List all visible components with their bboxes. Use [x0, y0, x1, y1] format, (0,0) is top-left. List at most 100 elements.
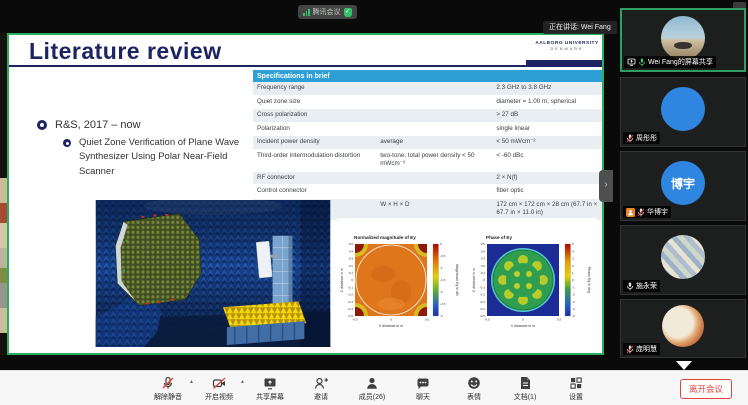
avatar — [662, 305, 704, 347]
svg-text:0.1: 0.1 — [349, 271, 354, 275]
table-cell: 2 × N(f) — [492, 172, 602, 186]
screen-share-region: Literature review AALBORG UNIVERSITY DEN… — [7, 33, 604, 355]
svg-text:0.3: 0.3 — [481, 257, 486, 261]
table-cell: 2.3 GHz to 3.8 GHz — [492, 82, 602, 96]
participant-tile[interactable]: 庞明慧 — [620, 299, 746, 358]
toolbar-share-screen[interactable]: 共享屏幕 — [250, 374, 290, 402]
svg-text:4: 4 — [572, 249, 574, 253]
toolbar-start-video[interactable]: ▲ 开启视频 — [199, 374, 239, 402]
meeting-toolbar: ▲ 解除静音 ▲ 开启视频 共享屏幕 邀请 成员(26) — [0, 370, 748, 405]
toolbar-emoji[interactable]: 表情 — [454, 374, 494, 402]
table-cell: average — [376, 136, 492, 150]
participant-tile[interactable]: 博宇 华博宇 — [620, 151, 746, 221]
svg-text:0: 0 — [390, 318, 392, 322]
meeting-status-pill[interactable]: 腾讯会议 ✓ — [298, 5, 357, 19]
toolbar-members[interactable]: 成员(26) — [352, 374, 392, 402]
svg-text:-0.1: -0.1 — [480, 285, 486, 289]
svg-text:Z distance in m: Z distance in m — [472, 268, 476, 292]
mic-muted-icon — [160, 374, 176, 391]
mic-on-icon — [638, 58, 646, 67]
svg-text:Normalized magnitude of Ey: Normalized magnitude of Ey — [354, 235, 416, 240]
table-cell: < 50 mWcm⁻² — [492, 136, 602, 150]
avatar — [661, 16, 705, 60]
leave-meeting-button[interactable]: 离开会议 — [680, 379, 732, 399]
anechoic-chamber-photo — [95, 200, 331, 347]
table-row: Control connectorfiber optic — [253, 185, 602, 199]
table-cell: Polarization — [253, 123, 376, 137]
svg-text:0: 0 — [572, 278, 574, 282]
table-row: RF connector2 × N(f) — [253, 172, 602, 186]
participant-tile[interactable]: Wei Fang的屏幕共享 — [620, 8, 746, 72]
toolbar-docs[interactable]: 文档(1) — [505, 374, 545, 402]
invite-icon — [313, 374, 329, 391]
signal-icon — [303, 8, 310, 16]
host-badge-icon — [626, 208, 635, 217]
table-row: Polarization single linear — [253, 123, 602, 137]
table-row: Third-order intermodulation distortiontw… — [253, 150, 602, 172]
presentation-slide: Literature review AALBORG UNIVERSITY DEN… — [9, 35, 602, 353]
svg-text:Magnitude Ey in dB: Magnitude Ey in dB — [455, 264, 459, 296]
sub-bullet-item: Quiet Zone Verification of Plane Wave Sy… — [63, 136, 259, 179]
background-desktop-strip — [0, 33, 7, 355]
table-cell — [376, 96, 492, 110]
svg-text:-0.1: -0.1 — [348, 285, 354, 289]
sidebar-collapse-handle[interactable]: › — [599, 170, 613, 202]
chat-icon — [415, 374, 431, 391]
participant-tile[interactable]: 周彤彤 — [620, 77, 746, 147]
participant-nametag: 庞明慧 — [623, 343, 660, 355]
toolbar-invite[interactable]: 邀请 — [301, 374, 341, 402]
svg-text:-2.5: -2.5 — [440, 302, 446, 306]
svg-text:2: 2 — [572, 264, 574, 268]
participant-nametag: 周彤彤 — [623, 132, 660, 144]
table-cell: single linear — [492, 123, 602, 137]
toolbar-chat[interactable]: 聊天 — [403, 374, 443, 402]
svg-text:-0.5: -0.5 — [352, 318, 358, 322]
scroll-down-icon[interactable] — [676, 361, 692, 370]
table-cell: Cross polarization — [253, 109, 376, 123]
table-cell: two-tone, total power density < 50 mWcm⁻… — [376, 150, 492, 172]
participant-tile[interactable]: 施永荣 — [620, 225, 746, 295]
axis-ticks: -0.500.5 — [484, 318, 561, 322]
participant-nametag: 施永荣 — [623, 280, 660, 292]
table-header: Specifications in brief — [253, 70, 602, 82]
svg-text:-0.2: -0.2 — [348, 293, 354, 297]
svg-text:-0.2: -0.2 — [480, 293, 486, 297]
table-row: Frequency range 2.3 GHz to 3.8 GHz — [253, 82, 602, 96]
svg-text:-0.4: -0.4 — [348, 307, 354, 311]
table-row: Incident power densityaverage< 50 mWcm⁻² — [253, 136, 602, 150]
settings-grid-icon — [568, 374, 584, 391]
table-cell: Control connector — [253, 185, 376, 199]
axis-ticks: -0.500.5 — [352, 318, 429, 322]
svg-text:1: 1 — [572, 271, 574, 275]
app-window: Literature review AALBORG UNIVERSITY DEN… — [0, 0, 748, 405]
mic-muted-icon — [626, 134, 634, 143]
table-cell: > 27 dB — [492, 109, 602, 123]
svg-text:-0.3: -0.3 — [480, 300, 486, 304]
svg-text:-2: -2 — [572, 293, 575, 297]
bullet-item: R&S, 2017 – now — [37, 119, 141, 131]
shield-check-icon: ✓ — [344, 8, 352, 17]
bullet-icon — [37, 120, 47, 130]
axis-ticks: 0.50.40.30.20.10-0.1-0.2-0.3-0.4-0.5 — [348, 242, 354, 318]
toolbar-unmute[interactable]: ▲ 解除静音 — [148, 374, 188, 402]
emoji-icon — [466, 374, 482, 391]
svg-text:0.2: 0.2 — [481, 264, 486, 268]
toolbar-settings[interactable]: 设置 — [556, 374, 596, 402]
svg-text:-0.4: -0.4 — [480, 307, 486, 311]
svg-text:-1: -1 — [440, 266, 443, 270]
svg-text:X distance in m: X distance in m — [511, 324, 536, 328]
chevron-up-icon[interactable]: ▲ — [189, 379, 194, 385]
svg-text:-0.3: -0.3 — [348, 300, 354, 304]
chevron-up-icon[interactable]: ▲ — [240, 379, 245, 385]
table-cell: Frequency range — [253, 82, 376, 96]
avatar — [661, 235, 705, 279]
svg-text:-0.5: -0.5 — [484, 318, 490, 322]
document-icon — [517, 374, 533, 391]
participants-sidebar: Wei Fang的屏幕共享 周彤彤 博宇 华博宇 施永荣 — [620, 0, 746, 372]
screen-share-icon — [262, 374, 278, 391]
svg-text:0: 0 — [440, 242, 442, 246]
svg-text:0: 0 — [351, 278, 353, 282]
svg-text:0.1: 0.1 — [481, 271, 486, 275]
screen-share-icon — [627, 58, 636, 66]
colorbar-ticks: 0-0.5-1-1.5-2-2.5-3 — [440, 242, 446, 318]
